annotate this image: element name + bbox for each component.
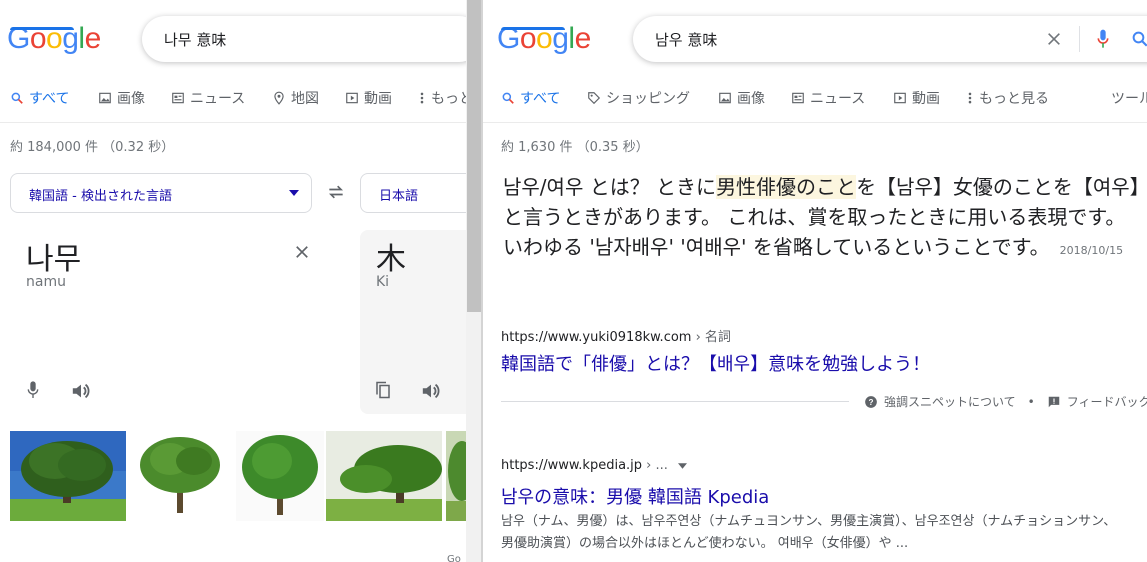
snippet-date: 2018/10/15 [1059,244,1124,257]
translated-text[interactable]: 木 [376,234,406,278]
result-description: 남우（ナム、男優）は、남우주연상（ナムチュヨンサン、男優主演賞）、남우조연상（ナ… [501,514,1117,551]
search-icon [11,92,23,104]
source-language-select[interactable]: 韓国語 - 検出された言語 [10,173,312,213]
tab-all[interactable]: すべて [501,88,560,108]
svg-text:?: ? [869,397,874,406]
source-text[interactable]: 나무 [26,234,81,278]
snippet-divider [501,401,849,402]
image-thumbnail[interactable] [446,431,466,521]
snippet-highlight: 男性俳優のこと [716,175,857,199]
right-browser-pane: Google 남우 意味 すべて ショッピング 画像 ニュース 動画 もっと見る… [483,0,1147,562]
tag-icon [588,92,601,105]
divider [0,122,466,123]
snippet-url[interactable]: https://www.yuki0918kw.com › 名詞 [501,326,731,345]
search-input[interactable]: 나무 意味 [164,29,226,50]
image-thumbnail[interactable] [134,431,226,521]
search-icon [502,92,514,104]
translated-romanization: Ki [376,274,390,290]
tab-more[interactable]: もっと [418,88,466,108]
tab-tools[interactable]: ツール [1111,88,1147,108]
tab-videos[interactable]: 動画 [345,88,392,108]
search-tabs: すべて 画像 ニュース 地図 動画 もっと [10,88,466,114]
image-thumbnail[interactable] [10,431,126,521]
snippet-footer: ? 強調スニペットについて • フィードバック [864,393,1147,410]
clear-icon[interactable] [293,243,311,261]
more-vert-icon [420,92,424,104]
window-scrollbar[interactable] [466,0,483,562]
snippet-result-title[interactable]: 韓国語で「俳優」とは？【배우】意味を勉強しよう！ [501,350,930,376]
copy-icon[interactable] [374,380,392,400]
separator-dot: • [1027,394,1035,409]
tab-images[interactable]: 画像 [718,88,765,108]
featured-snippet-text: 남우/여우 とは？ ときに男性俳優のことを【남우】女優のことを【여우】と言うとき… [503,175,1140,259]
scrollbar-thumb[interactable] [467,0,481,312]
search-separator [1079,26,1080,52]
translation-result-card: 木 Ki [360,230,466,414]
tab-news[interactable]: ニュース [171,88,245,108]
speaker-icon[interactable] [70,381,92,401]
result-title[interactable]: 남우の意味：男優 韓国語 Kpedia [501,483,769,509]
news-icon [792,92,804,104]
more-vert-icon [968,92,972,104]
tab-images[interactable]: 画像 [98,88,145,108]
target-language-select[interactable]: 日本語 [360,173,466,213]
news-icon [172,92,184,104]
result-stats: 約 1,630 件 （0.35 秒） [501,140,649,155]
video-icon [346,92,358,104]
feedback-icon [1048,396,1059,407]
map-pin-icon [274,91,284,105]
search-box[interactable]: 나무 意味 [142,16,466,62]
tab-more[interactable]: もっと見る [966,88,1049,108]
search-box[interactable]: 남우 意味 [633,16,1147,62]
result-url[interactable]: https://www.kpedia.jp › ... [501,458,688,473]
video-icon [894,92,906,104]
voice-search-icon[interactable] [1095,28,1111,50]
image-icon [719,92,731,104]
tab-shopping[interactable]: ショッピング [587,88,690,108]
footer-text: Go [447,554,461,562]
speaker-icon[interactable] [420,381,442,401]
feedback-link[interactable]: フィードバック [1067,393,1147,410]
tab-maps[interactable]: 地図 [272,88,319,108]
microphone-icon[interactable] [25,380,41,400]
source-text-card[interactable]: 나무 namu [10,230,330,414]
dropdown-arrow-icon [289,190,299,196]
divider [483,122,1147,123]
tab-all[interactable]: すべて [10,88,69,108]
chevron-down-icon[interactable] [678,462,688,469]
search-icon[interactable] [1131,30,1147,48]
left-browser-pane: Google 나무 意味 すべて 画像 ニュース 地図 動画 もっと [0,0,466,562]
image-thumbnail[interactable] [236,431,324,521]
tab-videos[interactable]: 動画 [893,88,940,108]
clear-search-icon[interactable] [1046,31,1062,47]
source-romanization: namu [26,274,66,290]
image-thumbnail[interactable] [326,431,442,521]
active-tab-indicator [10,27,74,30]
active-tab-indicator [501,27,565,30]
search-tabs: すべて ショッピング 画像 ニュース 動画 もっと見る ツール [501,88,1147,114]
swap-languages-icon[interactable] [326,182,346,202]
help-icon: ? [865,395,877,408]
about-snippets-link[interactable]: 強調スニペットについて [884,393,1016,410]
tab-news[interactable]: ニュース [791,88,865,108]
image-icon [99,92,111,104]
result-stats: 約 184,000 件 （0.32 秒） [10,140,175,155]
search-input[interactable]: 남우 意味 [655,29,717,50]
